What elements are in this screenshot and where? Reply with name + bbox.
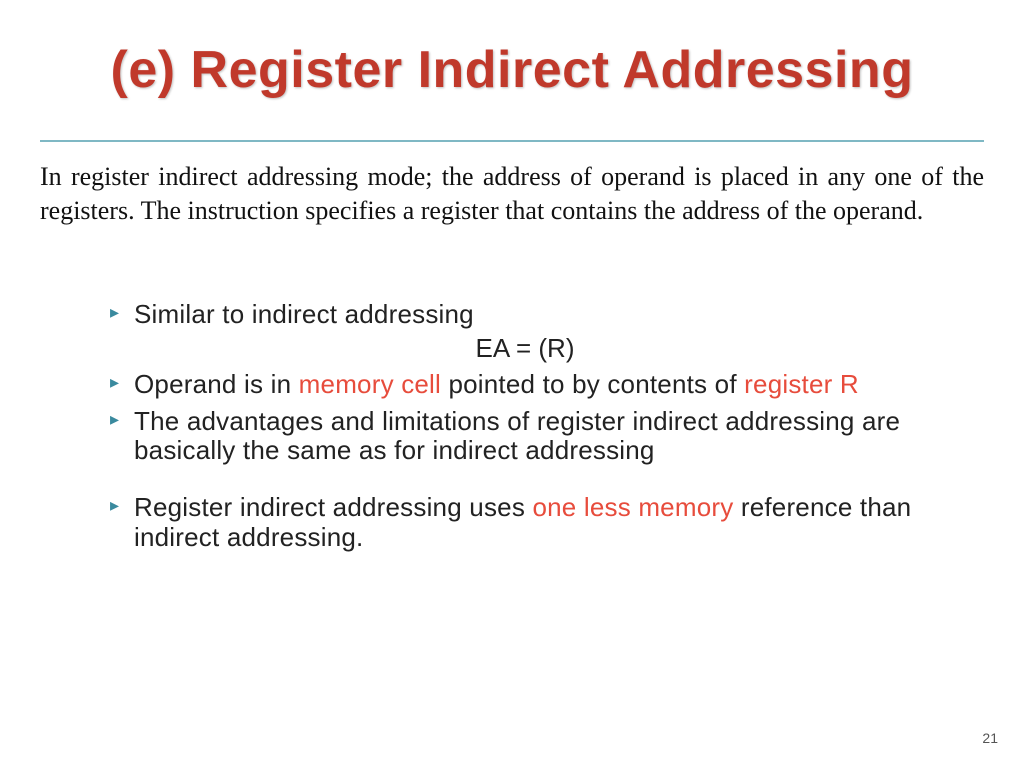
- bullet-2-highlight-2: register R: [744, 369, 859, 399]
- title-divider: [40, 140, 984, 142]
- bullet-2: Operand is in memory cell pointed to by …: [110, 370, 940, 399]
- bullet-1: Similar to indirect addressing: [110, 300, 940, 329]
- bullet-4-highlight-1: one less memory: [532, 492, 733, 522]
- bullet-list: Similar to indirect addressing EA = (R) …: [110, 300, 940, 560]
- bullet-3: The advantages and limitations of regist…: [110, 407, 940, 465]
- slide-title: (e) Register Indirect Addressing: [0, 40, 1024, 100]
- bullet-4-text-a: Register indirect addressing uses: [134, 492, 532, 522]
- bullet-4: Register indirect addressing uses one le…: [110, 493, 940, 551]
- intro-paragraph: In register indirect addressing mode; th…: [40, 160, 984, 228]
- bullet-2-highlight-1: memory cell: [299, 369, 441, 399]
- bullet-2-text-a: Operand is in: [134, 369, 299, 399]
- corner-decoration: [0, 568, 1024, 768]
- page-number: 21: [982, 730, 998, 746]
- bullet-2-text-b: pointed to by contents of: [441, 369, 744, 399]
- formula-ea: EA = (R): [110, 333, 940, 364]
- slide: (e) Register Indirect Addressing In regi…: [0, 0, 1024, 768]
